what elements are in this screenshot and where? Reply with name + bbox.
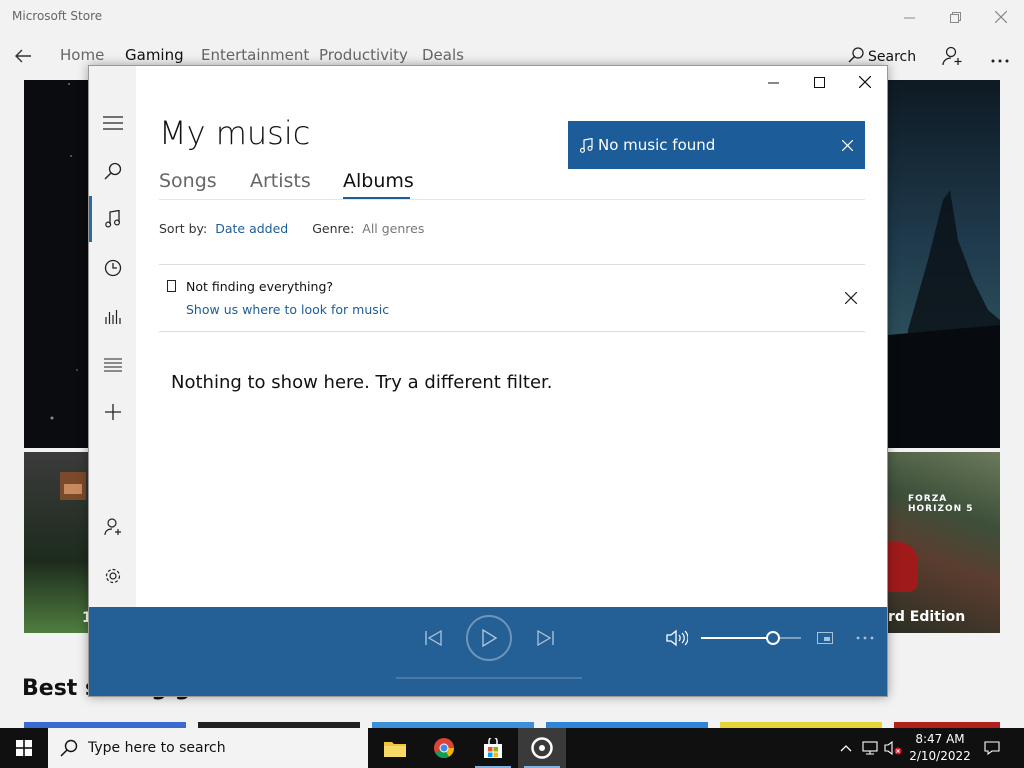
close-icon[interactable]	[986, 6, 1016, 28]
system-clock[interactable]: 8:47 AM 2/10/2022	[906, 731, 974, 765]
volume-slider-thumb[interactable]	[766, 631, 780, 645]
game-tile-left[interactable]: 1	[24, 452, 92, 633]
nav-entertainment[interactable]: Entertainment	[201, 46, 309, 64]
chrome-icon[interactable]	[420, 728, 468, 768]
volume-slider-fill	[701, 637, 773, 639]
clock-date: 2/10/2022	[909, 749, 971, 763]
start-button[interactable]	[0, 728, 48, 768]
hamburger-menu-icon[interactable]	[89, 103, 136, 143]
nav-home[interactable]: Home	[60, 46, 104, 64]
page-title: My music	[159, 114, 311, 152]
volume-muted-icon[interactable]	[882, 728, 904, 768]
search-label: Search	[868, 49, 917, 65]
play-button[interactable]	[466, 615, 512, 661]
playlist-icon[interactable]	[89, 345, 136, 385]
close-icon[interactable]	[837, 135, 857, 155]
genre-dropdown[interactable]: All genres	[362, 221, 424, 236]
add-plus-icon[interactable]	[89, 392, 136, 432]
groove-music-icon[interactable]	[518, 728, 566, 768]
tree-silhouette-icon	[888, 190, 1000, 448]
search-icon	[60, 739, 78, 757]
back-arrow-icon[interactable]	[14, 48, 32, 68]
windows-logo-icon	[16, 740, 32, 756]
divider	[159, 331, 865, 332]
previous-track-icon[interactable]	[422, 627, 446, 649]
player-bar	[89, 607, 887, 696]
game-tile-forza[interactable]: FORZA HORIZON 5 rd Edition	[888, 452, 1000, 633]
empty-state-message: Nothing to show here. Try a different fi…	[171, 372, 553, 393]
seek-bar[interactable]	[396, 677, 582, 679]
search-icon[interactable]	[89, 151, 136, 191]
taskbar-search-box[interactable]: Type here to search	[48, 728, 368, 768]
show-hidden-icons-chevron-icon[interactable]	[836, 728, 856, 768]
account-add-icon[interactable]	[942, 46, 964, 70]
tab-artists[interactable]: Artists	[250, 170, 311, 192]
next-track-icon[interactable]	[533, 627, 557, 649]
genre-label: Genre:	[312, 221, 355, 236]
now-playing-bars-icon[interactable]	[89, 296, 136, 336]
nav-deals[interactable]: Deals	[422, 46, 464, 64]
forza-logo: FORZA HORIZON 5	[908, 494, 974, 514]
account-add-icon[interactable]	[89, 507, 136, 547]
store-search-button[interactable]: Search	[848, 47, 916, 67]
music-note-icon[interactable]	[89, 199, 136, 239]
toast-message: No music found	[598, 136, 716, 154]
tile-right-label: rd Edition	[888, 609, 966, 625]
filter-row: Sort by: Date added Genre: All genres	[159, 221, 424, 236]
notifications-icon[interactable]	[978, 728, 1006, 768]
nav-gaming[interactable]: Gaming	[125, 46, 184, 64]
taskbar: Type here to search 8:47 AM 2/10/2022	[0, 728, 1024, 768]
notice-title: Not finding everything?	[186, 279, 334, 294]
mini-view-icon[interactable]	[813, 627, 837, 649]
notification-toast: No music found	[568, 121, 865, 169]
more-options-icon[interactable]	[990, 49, 1010, 68]
tile-car	[888, 542, 918, 592]
music-note-icon	[580, 137, 593, 153]
maximize-icon[interactable]	[796, 70, 842, 94]
hero-banner-artwork	[888, 80, 1000, 448]
volume-icon[interactable]	[663, 627, 691, 649]
store-window-title: Microsoft Store	[12, 9, 103, 23]
close-icon[interactable]	[842, 70, 888, 94]
file-explorer-icon[interactable]	[371, 728, 419, 768]
search-icon	[848, 47, 864, 67]
tabs-divider	[159, 199, 865, 200]
document-icon	[167, 280, 176, 292]
microsoft-store-icon[interactable]	[469, 728, 517, 768]
close-icon[interactable]	[841, 288, 861, 308]
sort-dropdown[interactable]: Date added	[215, 221, 288, 236]
play-icon	[482, 629, 497, 647]
tile-character-face	[64, 484, 82, 494]
tab-albums[interactable]: Albums	[343, 170, 414, 192]
restore-icon[interactable]	[940, 6, 970, 28]
music-window: My music Songs Artists Albums Sort by: D…	[88, 65, 888, 697]
minimize-icon[interactable]	[894, 6, 924, 28]
minimize-icon[interactable]	[750, 70, 796, 94]
recent-clock-icon[interactable]	[89, 248, 136, 288]
search-placeholder: Type here to search	[88, 740, 226, 756]
sort-label: Sort by:	[159, 221, 208, 236]
more-options-icon[interactable]	[853, 627, 877, 649]
nav-productivity[interactable]: Productivity	[319, 46, 408, 64]
clock-time: 8:47 AM	[915, 732, 965, 746]
divider	[159, 264, 865, 265]
nav-rail	[89, 66, 136, 607]
settings-gear-icon[interactable]	[89, 556, 136, 596]
tab-songs[interactable]: Songs	[159, 170, 217, 192]
network-icon[interactable]	[860, 728, 880, 768]
choose-folders-link[interactable]: Show us where to look for music	[186, 302, 389, 317]
